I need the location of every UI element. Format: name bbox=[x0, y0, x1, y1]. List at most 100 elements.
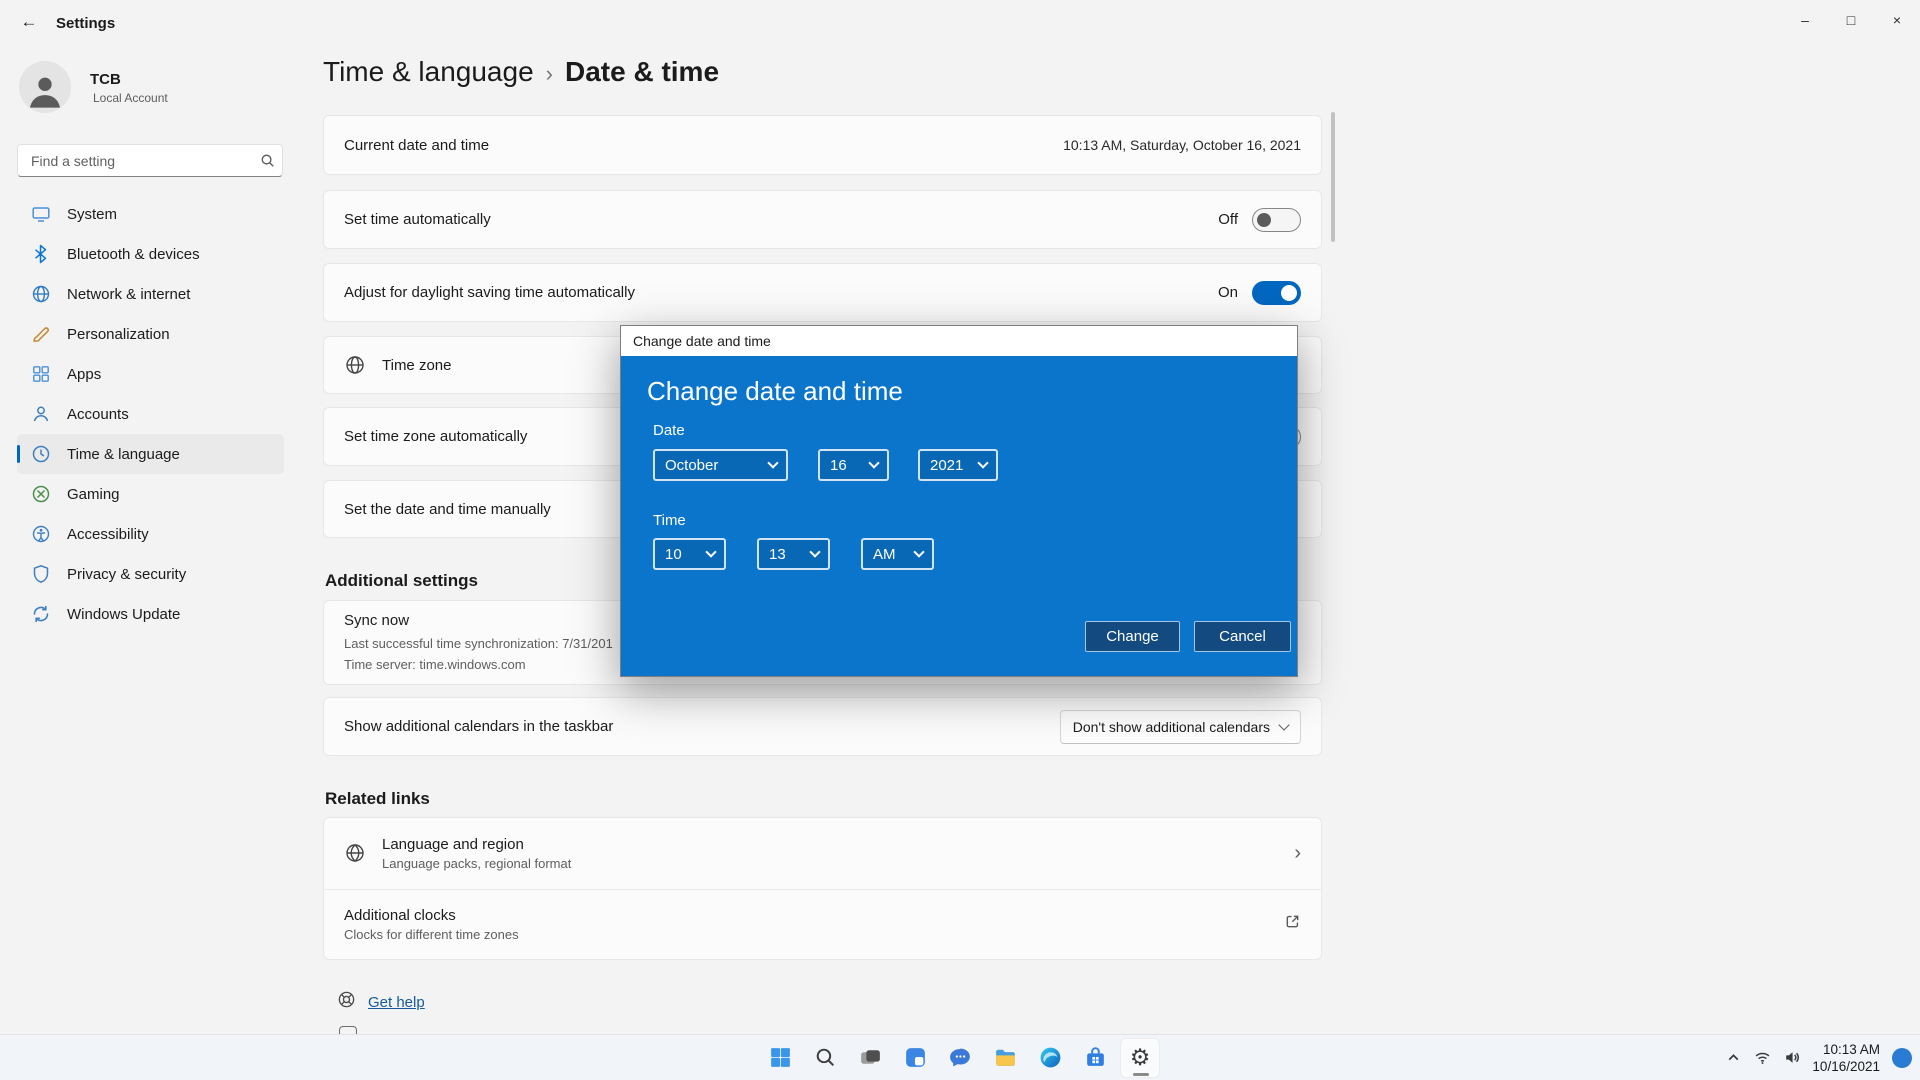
calendars-dropdown[interactable]: Don't show additional calendars bbox=[1060, 710, 1301, 744]
close-button[interactable]: × bbox=[1874, 0, 1920, 40]
year-select[interactable]: 2021 bbox=[918, 449, 998, 481]
taskbar: TheProtect...com bbox=[0, 1034, 1920, 1080]
clock-date: 10/16/2021 bbox=[1812, 1058, 1880, 1075]
edge-button[interactable] bbox=[1030, 1038, 1070, 1078]
sidebar-item-accessibility[interactable]: Accessibility bbox=[17, 514, 284, 554]
day-select[interactable]: 16 bbox=[818, 449, 889, 481]
minute-select[interactable]: 13 bbox=[757, 538, 830, 570]
network-tray-icon[interactable] bbox=[1754, 1049, 1771, 1066]
shield-icon bbox=[31, 564, 51, 584]
windows-logo-icon bbox=[768, 1045, 793, 1070]
chevron-down-icon bbox=[809, 546, 820, 557]
store-bag-icon bbox=[1083, 1045, 1108, 1070]
chat-button[interactable] bbox=[940, 1038, 980, 1078]
sidebar-item-apps[interactable]: Apps bbox=[17, 354, 284, 394]
month-select[interactable]: October bbox=[653, 449, 788, 481]
cancel-button[interactable]: Cancel bbox=[1194, 621, 1291, 652]
hidden-icons-button[interactable] bbox=[1725, 1049, 1742, 1066]
sidebar-item-bluetooth[interactable]: Bluetooth & devices bbox=[17, 234, 284, 274]
dialog-titlebar[interactable]: Change date and time bbox=[621, 326, 1297, 356]
task-view-button[interactable] bbox=[850, 1038, 890, 1078]
settings-window: ← Settings – □ × TCB Local Account Syste… bbox=[0, 0, 1920, 1080]
notification-badge[interactable] bbox=[1892, 1048, 1912, 1068]
sidebar-item-privacy[interactable]: Privacy & security bbox=[17, 554, 284, 594]
task-view-icon bbox=[858, 1045, 883, 1070]
chevron-down-icon bbox=[1278, 719, 1289, 730]
timezone-globe-icon bbox=[344, 354, 366, 376]
additional-clocks-link[interactable]: Additional clocks Clocks for different t… bbox=[324, 889, 1321, 960]
start-button[interactable] bbox=[760, 1038, 800, 1078]
dst-auto-toggle[interactable] bbox=[1252, 281, 1301, 305]
sidebar-item-personalization[interactable]: Personalization bbox=[17, 314, 284, 354]
breadcrumb-parent[interactable]: Time & language bbox=[323, 56, 534, 88]
back-button[interactable]: ← bbox=[10, 6, 48, 38]
sync-now-title: Sync now bbox=[344, 612, 409, 629]
dst-auto-label: Adjust for daylight saving time automati… bbox=[344, 284, 1218, 301]
avatar[interactable] bbox=[19, 61, 71, 113]
bluetooth-icon bbox=[31, 244, 51, 264]
sidebar-item-gaming[interactable]: Gaming bbox=[17, 474, 284, 514]
sidebar-item-label: Apps bbox=[67, 366, 101, 383]
taskbar-search-button[interactable] bbox=[805, 1038, 845, 1078]
breadcrumb: Time & language › Date & time bbox=[323, 56, 719, 88]
get-help-link[interactable]: Get help bbox=[368, 994, 425, 1011]
dialog-heading: Change date and time bbox=[647, 376, 903, 407]
last-sync-text: Last successful time synchronization: 7/… bbox=[344, 635, 613, 653]
wifi-icon bbox=[1754, 1049, 1771, 1066]
close-icon: × bbox=[1893, 12, 1901, 28]
sidebar-item-label: Personalization bbox=[67, 326, 170, 343]
language-region-link[interactable]: Language and region Language packs, regi… bbox=[324, 818, 1321, 889]
dialog-body: Change date and time Date October 16 202… bbox=[621, 356, 1297, 676]
widgets-icon bbox=[903, 1045, 928, 1070]
minute-value: 13 bbox=[769, 546, 786, 563]
search-icon bbox=[252, 153, 282, 168]
sidebar-item-system[interactable]: System bbox=[17, 194, 284, 234]
sidebar-item-label: Accessibility bbox=[67, 526, 149, 543]
search-box[interactable] bbox=[17, 144, 283, 177]
taskbar-clock[interactable]: 10:13 AM 10/16/2021 bbox=[1812, 1041, 1880, 1075]
hour-select[interactable]: 10 bbox=[653, 538, 726, 570]
sidebar-item-windows-update[interactable]: Windows Update bbox=[17, 594, 284, 634]
sidebar-item-network[interactable]: Network & internet bbox=[17, 274, 284, 314]
day-value: 16 bbox=[830, 457, 847, 474]
change-button[interactable]: Change bbox=[1085, 621, 1180, 652]
set-time-auto-toggle[interactable] bbox=[1252, 208, 1301, 232]
breadcrumb-separator: › bbox=[546, 58, 553, 87]
volume-tray-icon[interactable] bbox=[1783, 1049, 1800, 1066]
language-region-subtitle: Language packs, regional format bbox=[382, 856, 1294, 871]
help-lifebuoy-icon bbox=[337, 990, 356, 1014]
file-explorer-button[interactable] bbox=[985, 1038, 1025, 1078]
meridiem-select[interactable]: AM bbox=[861, 538, 934, 570]
taskbar-icons: ⚙ bbox=[760, 1035, 1160, 1080]
minimize-button[interactable]: – bbox=[1782, 0, 1828, 40]
additional-calendars-label: Show additional calendars in the taskbar bbox=[344, 718, 1060, 735]
additional-settings-header: Additional settings bbox=[325, 571, 478, 591]
sidebar-item-label: Bluetooth & devices bbox=[67, 246, 200, 263]
hour-value: 10 bbox=[665, 546, 682, 563]
maximize-button[interactable]: □ bbox=[1828, 0, 1874, 40]
search-input[interactable] bbox=[18, 145, 252, 176]
store-button[interactable] bbox=[1075, 1038, 1115, 1078]
sidebar-item-label: Windows Update bbox=[67, 606, 180, 623]
scrollbar-thumb[interactable] bbox=[1331, 112, 1335, 242]
user-account-type: Local Account bbox=[93, 91, 168, 105]
calendars-dropdown-value: Don't show additional calendars bbox=[1073, 719, 1270, 735]
set-time-auto-row: Set time automatically Off bbox=[323, 190, 1322, 249]
sidebar-item-label: Network & internet bbox=[67, 286, 190, 303]
settings-button[interactable]: ⚙ bbox=[1120, 1038, 1160, 1078]
related-links-card: Language and region Language packs, regi… bbox=[323, 817, 1322, 960]
current-datetime-row: Current date and time 10:13 AM, Saturday… bbox=[323, 115, 1322, 175]
accessibility-icon bbox=[31, 524, 51, 544]
month-value: October bbox=[665, 457, 718, 474]
sidebar-item-accounts[interactable]: Accounts bbox=[17, 394, 284, 434]
give-feedback-icon-partial bbox=[339, 1026, 357, 1034]
chevron-right-icon: › bbox=[1294, 842, 1301, 865]
window-controls: – □ × bbox=[1782, 0, 1920, 40]
set-time-auto-state: Off bbox=[1218, 211, 1238, 228]
widgets-button[interactable] bbox=[895, 1038, 935, 1078]
sidebar: TCB Local Account System Bluetooth & dev… bbox=[0, 44, 300, 1034]
sidebar-item-label: Privacy & security bbox=[67, 566, 186, 583]
sidebar-item-time-language[interactable]: Time & language bbox=[17, 434, 284, 474]
sidebar-item-label: Accounts bbox=[67, 406, 129, 423]
search-icon bbox=[813, 1045, 838, 1070]
